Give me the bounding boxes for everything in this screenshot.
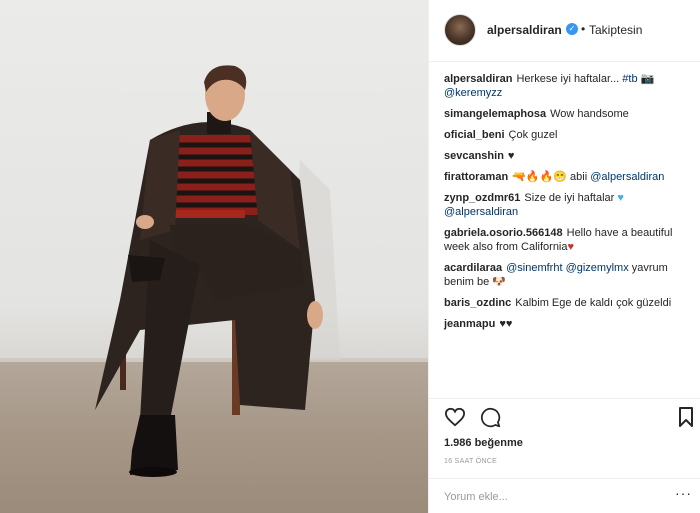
more-options-icon[interactable]: ··· [675, 485, 692, 501]
blue-heart-emoji: ♥ [617, 192, 624, 204]
comment-item: oficial_beni Çok guzel [444, 128, 694, 142]
comment-username[interactable]: jeanmapu [444, 318, 495, 330]
comment-username[interactable]: gabriela.osorio.566148 [444, 227, 563, 239]
add-comment-input[interactable] [444, 487, 664, 507]
hashtag-link[interactable]: #tb [622, 73, 637, 85]
following-button[interactable]: Takiptesin [589, 23, 642, 37]
comment-item: acardilaraa @sinemfrht @gizemylmx yavrum … [444, 261, 694, 289]
comment-text: 🔫🔥🔥😁 abii [512, 171, 591, 183]
comment-username[interactable]: sevcanshin [444, 150, 504, 162]
header-separator: • [581, 22, 586, 36]
action-bar [429, 398, 700, 434]
heart-emoji: ♥ [507, 150, 515, 162]
comment-username[interactable]: firattoraman [444, 171, 508, 183]
mention-link[interactable]: @alpersaldiran [590, 171, 664, 183]
comment-item: alpersaldiran Herkese iyi haftalar... #tb… [444, 72, 694, 100]
mention-link[interactable]: @sinemfrht [506, 262, 562, 274]
heart-icon[interactable] [444, 407, 466, 427]
comment-item: sevcanshin ♥ [444, 149, 694, 163]
comment-username[interactable]: baris_ozdinc [444, 297, 511, 309]
header-username[interactable]: alpersaldiran [487, 23, 562, 37]
mention-link[interactable]: @alpersaldiran [444, 206, 518, 218]
verified-icon: ✓ [566, 23, 578, 35]
comment-item: jeanmapu ♥♥ [444, 317, 694, 331]
bookmark-icon[interactable] [678, 407, 694, 427]
heart-emoji: ♥♥ [499, 318, 513, 330]
comment-text: Kalbim Ege de kaldı çok güzeldi [515, 297, 672, 309]
post-header: alpersaldiran ✓ • Takiptesin [429, 0, 700, 62]
avatar[interactable] [444, 14, 476, 46]
comment-item: firattoraman 🔫🔥🔥😁 abii @alpersaldiran [444, 170, 694, 184]
mention-link[interactable]: @keremyzz [444, 87, 502, 99]
post-photo[interactable] [0, 0, 428, 513]
post-side-panel: alpersaldiran ✓ • Takiptesin alpersaldir… [428, 0, 700, 513]
comment-username[interactable]: zynp_ozdmr61 [444, 192, 520, 204]
comment-username[interactable]: oficial_beni [444, 129, 505, 141]
comment-bar: ··· [429, 478, 700, 513]
comment-username[interactable]: alpersaldiran [444, 73, 512, 85]
comment-icon[interactable] [480, 407, 501, 428]
comment-username[interactable]: acardilaraa [444, 262, 502, 274]
heart-emoji: ♥ [567, 241, 575, 253]
comment-item: zynp_ozdmr61 Size de iyi haftalar ♥ @alper… [444, 191, 694, 219]
comment-text: Herkese iyi haftalar... [516, 73, 623, 85]
post-timestamp: 16 SAAT ÖNCE [444, 458, 498, 465]
comment-item: baris_ozdinc Kalbim Ege de kaldı çok güze… [444, 296, 694, 310]
camera-emoji: 📷 [637, 73, 655, 85]
comment-item: gabriela.osorio.566148 Hello have a beaut… [444, 226, 694, 254]
comment-list: alpersaldiran Herkese iyi haftalar... #tb… [444, 72, 694, 338]
comment-text: Çok guzel [508, 129, 558, 141]
comment-text: Size de iyi haftalar [524, 192, 618, 204]
mention-link[interactable]: @gizemylmx [566, 262, 629, 274]
comment-username[interactable]: simangelemaphosa [444, 108, 546, 120]
photo-figure [95, 65, 340, 477]
comment-text: Wow handsome [550, 108, 629, 120]
like-count[interactable]: 1.986 beğenme [444, 437, 523, 449]
comment-item: simangelemaphosa Wow handsome [444, 107, 694, 121]
